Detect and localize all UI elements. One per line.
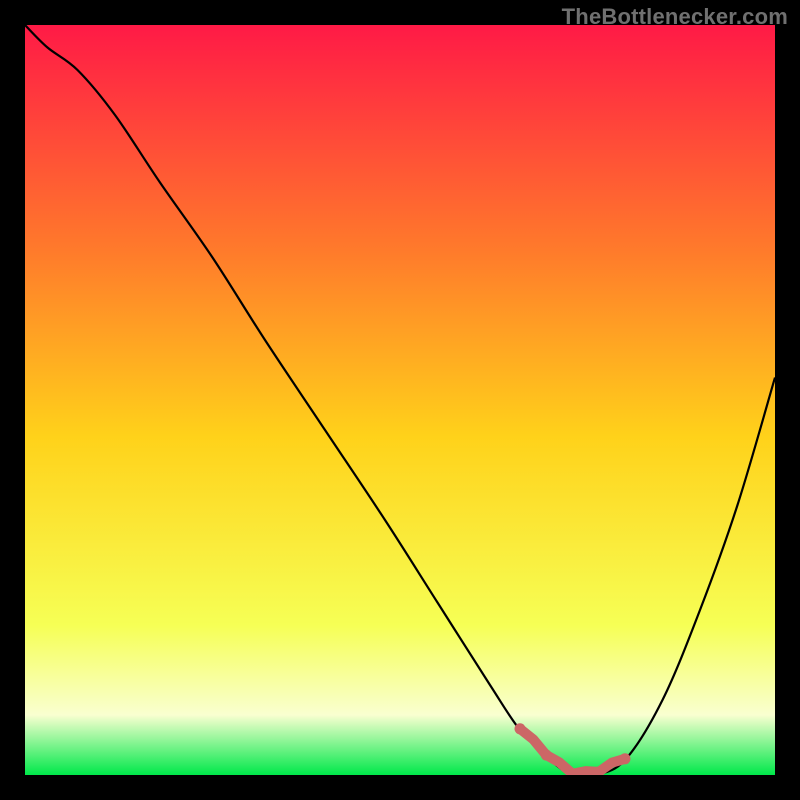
gradient-background <box>25 25 775 775</box>
watermark-text: TheBottlenecker.com <box>562 4 788 30</box>
chart-plot-area <box>25 25 775 775</box>
marker-dot <box>515 723 526 734</box>
marker-dot <box>620 753 631 764</box>
marker-dot <box>541 750 552 761</box>
chart-svg <box>25 25 775 775</box>
chart-frame: TheBottlenecker.com <box>0 0 800 800</box>
